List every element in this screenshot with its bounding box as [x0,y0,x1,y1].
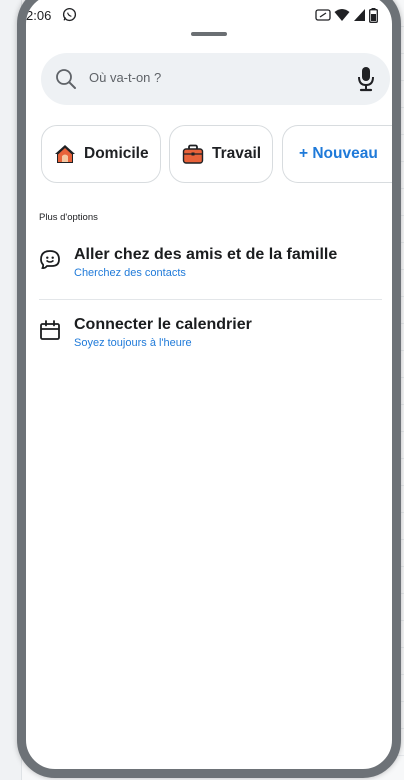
chip-work[interactable]: Travail [169,125,273,183]
option-friends-subtitle: Cherchez des contacts [74,267,186,279]
signal-icon [354,9,365,21]
status-time: 2:06 [26,8,52,23]
quick-places: Domicile Travail + Nouveau [41,125,392,183]
nfc-icon [315,9,331,21]
whatsapp-icon [62,7,77,22]
mic-icon[interactable] [357,66,375,92]
wifi-icon [334,9,350,21]
option-friends-title: Aller chez des amis et de la famille [74,246,338,263]
status-bar: 2:06 [26,3,392,27]
chip-work-label: Travail [212,145,262,162]
search-bar[interactable]: Où va-t-on ? [41,53,390,105]
divider [39,299,382,300]
chip-new-label: + Nouveau [299,145,378,162]
chip-home-label: Domicile [84,145,149,162]
more-options-label: Plus d'options [39,212,98,223]
search-input[interactable]: Où va-t-on ? [89,70,161,85]
waze-smile-icon [40,250,60,269]
search-icon [56,69,76,89]
drag-handle[interactable] [191,32,227,36]
phone-frame: 2:06 Où va-t-on ? Domicile Travail + Nou… [17,0,401,778]
chip-new[interactable]: + Nouveau [282,125,392,183]
option-calendar-subtitle: Soyez toujours à l'heure [74,337,192,349]
calendar-icon [40,320,60,340]
option-connect-calendar[interactable]: Connecter le calendrier Soyez toujours à… [39,316,382,356]
chip-home[interactable]: Domicile [41,125,161,183]
battery-icon [369,7,378,23]
status-icons [315,7,378,23]
home-icon [55,145,75,163]
option-friends-family[interactable]: Aller chez des amis et de la famille Che… [39,246,382,286]
screen: 2:06 Où va-t-on ? Domicile Travail + Nou… [26,0,392,769]
option-calendar-title: Connecter le calendrier [74,316,252,333]
briefcase-icon [182,144,204,164]
